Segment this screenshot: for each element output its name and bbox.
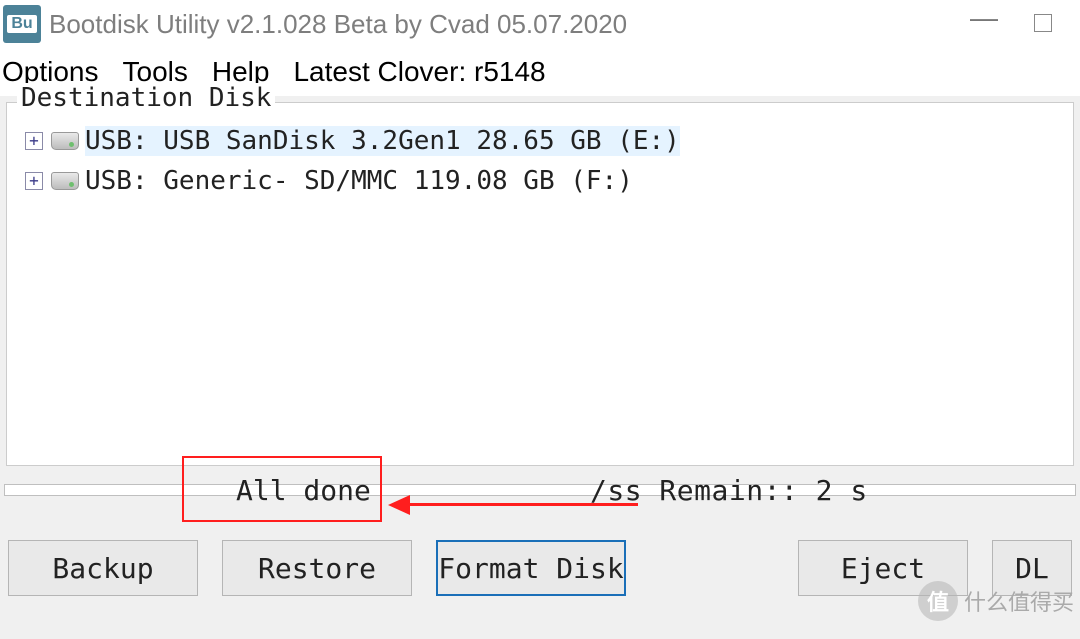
status-area: All done /ss Remain:: 2 s xyxy=(0,470,1080,522)
disk-row[interactable]: + USB: Generic- SD/MMC 119.08 GB (F:) xyxy=(25,161,1073,201)
destination-disk-group: Destination Disk + USB: USB SanDisk 3.2G… xyxy=(6,102,1074,466)
drive-icon xyxy=(51,172,79,190)
watermark-icon: 值 xyxy=(918,581,958,621)
expand-icon[interactable]: + xyxy=(25,132,43,150)
app-icon: Bu xyxy=(3,5,41,43)
format-disk-button[interactable]: Format Disk xyxy=(436,540,626,596)
watermark-text: 什么值得买 xyxy=(964,585,1074,617)
progress-bar xyxy=(4,484,1076,496)
destination-disk-legend: Destination Disk xyxy=(17,83,275,113)
status-all-done: All done xyxy=(236,474,371,507)
window-title: Bootdisk Utility v2.1.028 Beta by Cvad 0… xyxy=(49,9,970,40)
watermark: 值 什么值得买 xyxy=(918,581,1074,621)
titlebar: Bu Bootdisk Utility v2.1.028 Beta by Cva… xyxy=(0,0,1080,48)
disk-list[interactable]: + USB: USB SanDisk 3.2Gen1 28.65 GB (E:)… xyxy=(7,103,1073,465)
disk-row[interactable]: + USB: USB SanDisk 3.2Gen1 28.65 GB (E:) xyxy=(25,121,1073,161)
minimize-button[interactable]: — xyxy=(970,2,998,34)
drive-icon xyxy=(51,132,79,150)
disk-label: USB: Generic- SD/MMC 119.08 GB (F:) xyxy=(85,166,633,196)
maximize-button[interactable] xyxy=(1034,14,1052,32)
backup-button[interactable]: Backup xyxy=(8,540,198,596)
annotation-arrow xyxy=(388,498,638,512)
restore-button[interactable]: Restore xyxy=(222,540,412,596)
disk-label: USB: USB SanDisk 3.2Gen1 28.65 GB (E:) xyxy=(85,126,680,156)
latest-clover-label: Latest Clover: r5148 xyxy=(293,56,545,88)
expand-icon[interactable]: + xyxy=(25,172,43,190)
